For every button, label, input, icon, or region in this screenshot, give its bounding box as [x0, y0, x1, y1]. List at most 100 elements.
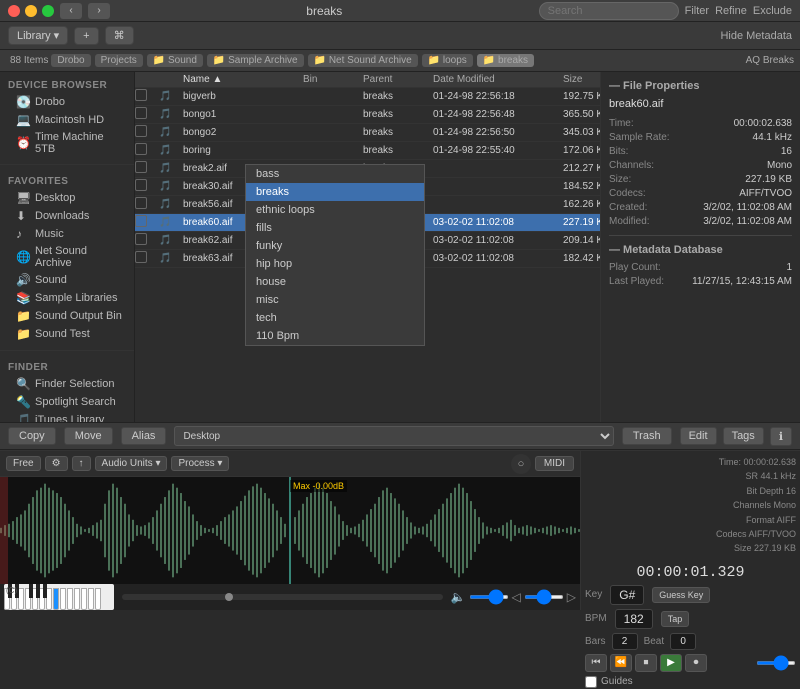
- guess-key-button[interactable]: Guess Key: [652, 587, 710, 603]
- scrubber-handle[interactable]: [225, 593, 233, 601]
- finder-icon: 🔍: [16, 377, 30, 391]
- edit-button[interactable]: Edit: [680, 427, 717, 445]
- copy-button[interactable]: Copy: [8, 427, 56, 445]
- sidebar-item-itunes[interactable]: 🎵iTunes Library: [0, 411, 134, 422]
- dropdown-item-ethnic-loops[interactable]: ethnic loops: [246, 201, 424, 219]
- maximize-button[interactable]: [42, 5, 54, 17]
- col-parent-header[interactable]: Parent: [359, 74, 429, 85]
- library-button[interactable]: Library ▾: [8, 26, 68, 45]
- table-row[interactable]: 🎵 boring breaks 01-24-98 22:55:40 172.06…: [135, 142, 600, 160]
- refine-button[interactable]: Refine: [715, 5, 747, 17]
- dropdown-item-breaks[interactable]: breaks: [246, 183, 424, 201]
- info-button[interactable]: ℹ: [770, 427, 792, 446]
- row-checkbox[interactable]: [135, 107, 147, 119]
- table-row[interactable]: 🎵 bongo2 breaks 01-24-98 22:56:50 345.03…: [135, 124, 600, 142]
- dropdown-item-house[interactable]: house: [246, 273, 424, 291]
- sidebar-item-music[interactable]: ♪Music: [0, 225, 134, 243]
- filter-button[interactable]: Filter: [685, 5, 709, 17]
- back-button[interactable]: ‹: [60, 3, 82, 19]
- dropdown-item-110bpm[interactable]: 110 Bpm: [246, 327, 424, 345]
- sidebar-item-sound-test[interactable]: 📁Sound Test: [0, 325, 134, 343]
- guides-checkbox[interactable]: [585, 676, 597, 688]
- scrubber-bar[interactable]: [122, 594, 443, 600]
- add-button[interactable]: +: [74, 27, 98, 45]
- table-row[interactable]: 🎵 bigverb breaks 01-24-98 22:56:18 192.7…: [135, 88, 600, 106]
- row-checkbox[interactable]: [135, 179, 147, 191]
- tags-button[interactable]: Tags: [723, 427, 764, 445]
- row-checkbox[interactable]: [135, 233, 147, 245]
- col-bin-header[interactable]: Bin: [299, 74, 359, 85]
- audio-units-button[interactable]: Audio Units ▾: [95, 456, 168, 471]
- breadcrumb-net-sound-archive[interactable]: 📁 Net Sound Archive: [308, 54, 418, 67]
- dropdown-item-tech[interactable]: tech: [246, 309, 424, 327]
- sidebar-item-spotlight[interactable]: 🔦Spotlight Search: [0, 393, 134, 411]
- breadcrumb-breaks[interactable]: 📁 breaks: [477, 54, 534, 67]
- row-checkbox[interactable]: [135, 197, 147, 209]
- dropdown-item-bass[interactable]: bass: [246, 165, 424, 183]
- file-size: 227.19 KB: [559, 217, 600, 228]
- free-button[interactable]: Free: [6, 456, 41, 471]
- breadcrumb-sample-archive[interactable]: 📁 Sample Archive: [207, 54, 304, 67]
- breadcrumb-loops[interactable]: 📁 loops: [422, 54, 473, 67]
- sidebar-item-macintosh-hd[interactable]: 💻Macintosh HD: [0, 111, 134, 129]
- dropdown-item-hip-hop[interactable]: hip hop: [246, 255, 424, 273]
- settings-button[interactable]: ⚙: [45, 456, 68, 471]
- breadcrumb-projects[interactable]: Projects: [95, 54, 143, 67]
- file-properties-title: — File Properties: [609, 80, 792, 92]
- minimize-button[interactable]: [25, 5, 37, 17]
- share-button[interactable]: ↑: [72, 456, 91, 471]
- trash-button[interactable]: Trash: [622, 427, 672, 445]
- sidebar-item-sound[interactable]: 🔊Sound: [0, 271, 134, 289]
- sidebar-item-desktop[interactable]: 🖥Desktop: [0, 189, 134, 207]
- destination-select[interactable]: Desktop: [174, 426, 613, 446]
- row-checkbox[interactable]: [135, 215, 147, 227]
- search-input[interactable]: [539, 2, 679, 20]
- row-checkbox[interactable]: [135, 89, 147, 101]
- file-size: 162.26 KB: [559, 199, 600, 210]
- back-step-button[interactable]: ⏪: [610, 654, 632, 672]
- file-properties-panel: — File Properties break60.aif Time: 00:0…: [600, 72, 800, 422]
- meta-play-count: Play Count: 1: [609, 262, 792, 273]
- beat-label: Beat: [644, 636, 665, 647]
- midi-button[interactable]: MIDI: [535, 456, 574, 471]
- row-checkbox[interactable]: [135, 161, 147, 173]
- stop-button[interactable]: ⏹: [635, 654, 657, 672]
- waveform-circle-btn[interactable]: ○: [511, 454, 531, 474]
- process-button[interactable]: Process ▾: [171, 456, 229, 471]
- col-size-header[interactable]: Size: [559, 74, 600, 85]
- dropdown-item-funky[interactable]: funky: [246, 237, 424, 255]
- breadcrumb-drobo[interactable]: Drobo: [51, 54, 90, 67]
- tag-button[interactable]: ⌘: [105, 26, 134, 45]
- waveform-canvas[interactable]: Max -0.00dB: [0, 477, 580, 584]
- record-button[interactable]: ⏺: [685, 654, 707, 672]
- col-date-header[interactable]: Date Modified: [429, 74, 559, 85]
- rewind-button[interactable]: ⏮: [585, 654, 607, 672]
- sidebar-item-finder-selection[interactable]: 🔍Finder Selection: [0, 375, 134, 393]
- sidebar-item-drobo[interactable]: 💽Drobo: [0, 93, 134, 111]
- dropdown-item-misc[interactable]: misc: [246, 291, 424, 309]
- hide-metadata-button[interactable]: Hide Metadata: [720, 30, 792, 42]
- table-row[interactable]: 🎵 bongo1 breaks 01-24-98 22:56:48 365.50…: [135, 106, 600, 124]
- sidebar-item-downloads[interactable]: ⬇Downloads: [0, 207, 134, 225]
- row-checkbox[interactable]: [135, 125, 147, 137]
- row-checkbox[interactable]: [135, 251, 147, 263]
- pan-slider[interactable]: [524, 595, 564, 599]
- alias-button[interactable]: Alias: [121, 427, 167, 445]
- row-checkbox[interactable]: [135, 143, 147, 155]
- output-volume-slider[interactable]: [756, 661, 796, 665]
- sidebar-item-sample-libraries[interactable]: 📚Sample Libraries: [0, 289, 134, 307]
- close-button[interactable]: [8, 5, 20, 17]
- col-name-header[interactable]: Name ▲: [179, 74, 299, 85]
- volume-slider[interactable]: [469, 595, 509, 599]
- dropdown-item-fills[interactable]: fills: [246, 219, 424, 237]
- move-button[interactable]: Move: [64, 427, 113, 445]
- sidebar-item-net-sound-archive[interactable]: 🌐Net Sound Archive: [0, 243, 134, 271]
- sidebar-item-time-machine[interactable]: ⏰Time Machine 5TB: [0, 129, 134, 157]
- exclude-button[interactable]: Exclude: [753, 5, 792, 17]
- forward-button[interactable]: ›: [88, 3, 110, 19]
- sidebar-item-sound-output-bin[interactable]: 📁Sound Output Bin: [0, 307, 134, 325]
- tap-button[interactable]: Tap: [661, 611, 690, 627]
- breadcrumb-sound[interactable]: 📁 Sound: [147, 54, 203, 67]
- play-button[interactable]: ▶: [660, 654, 682, 672]
- file-size: 209.14 KB: [559, 235, 600, 246]
